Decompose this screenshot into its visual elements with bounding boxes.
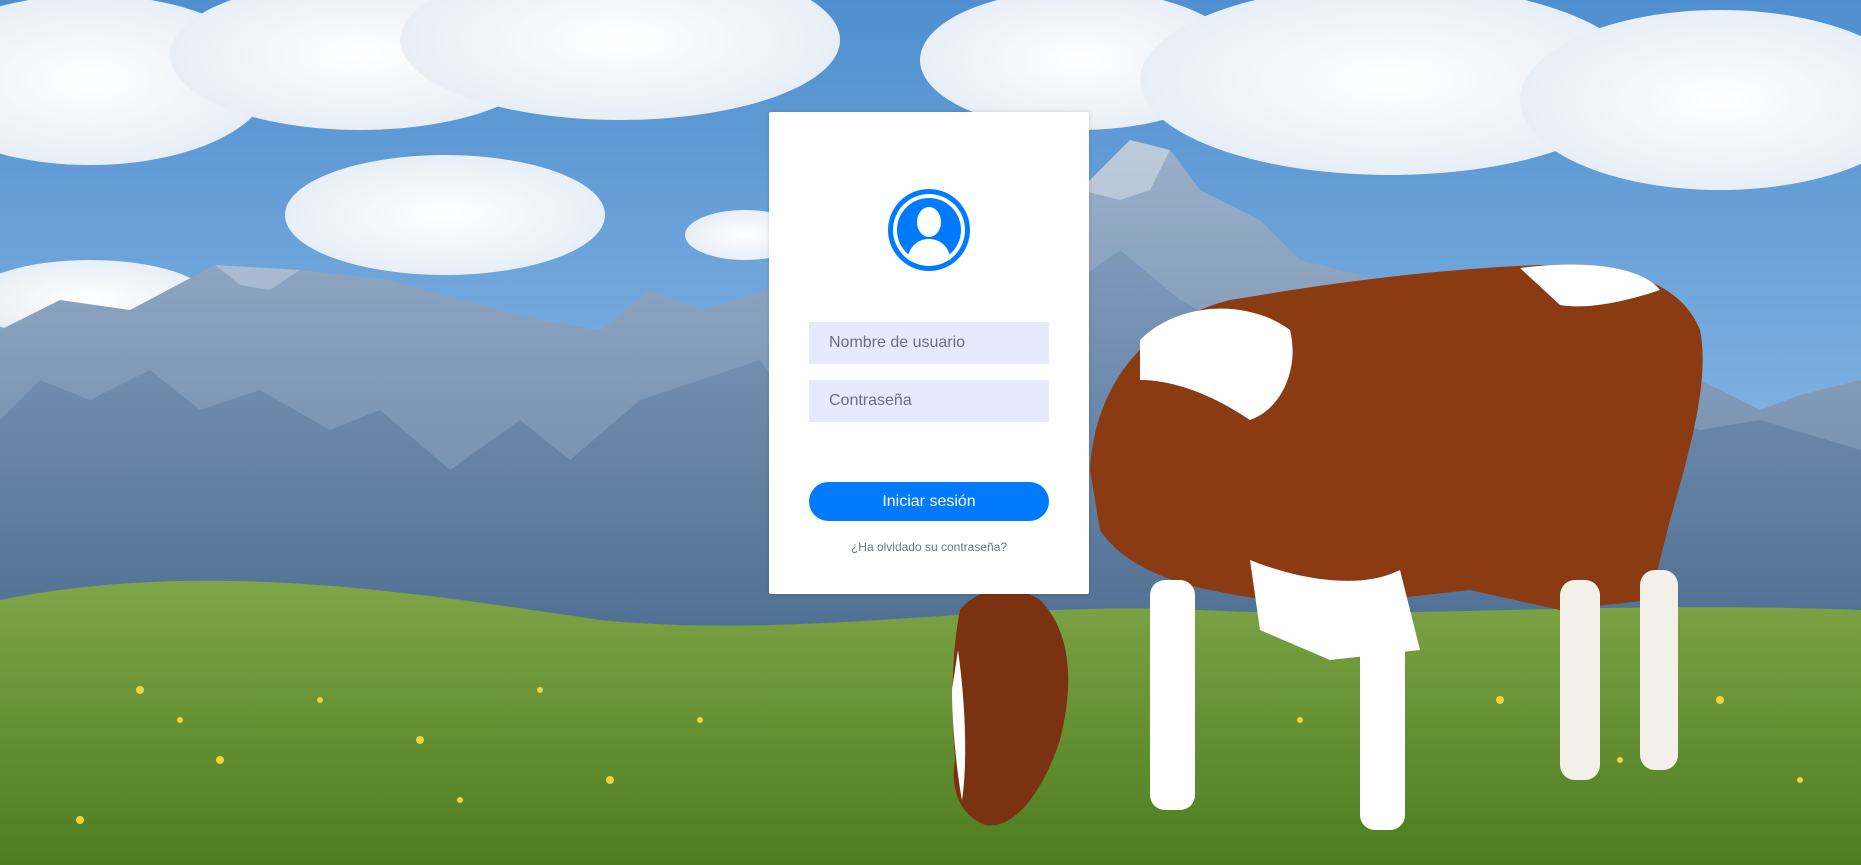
login-page: Iniciar sesión ¿Ha olvidado su contraseñ… [0, 0, 1861, 865]
password-input[interactable] [809, 380, 1049, 422]
forgot-password-link[interactable]: ¿Ha olvidado su contraseña? [769, 540, 1089, 554]
user-avatar-icon [888, 189, 970, 271]
login-button[interactable]: Iniciar sesión [809, 482, 1049, 521]
login-card: Iniciar sesión ¿Ha olvidado su contraseñ… [769, 112, 1089, 594]
username-input[interactable] [809, 322, 1049, 364]
